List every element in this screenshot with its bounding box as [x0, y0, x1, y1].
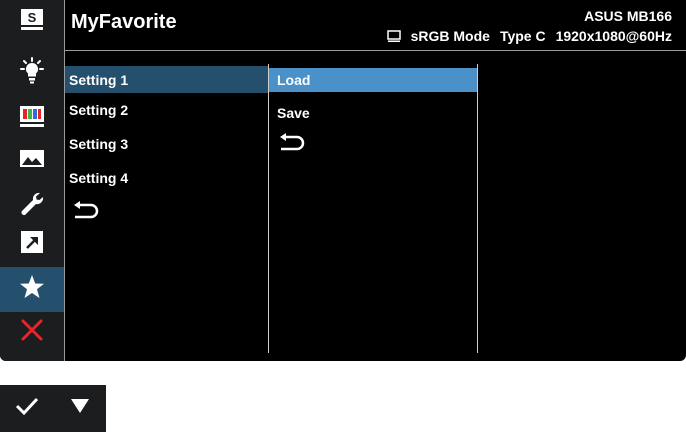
status-bar: sRGB Mode Type C 1920x1080@60Hz [386, 28, 672, 44]
page-title: MyFavorite [71, 11, 177, 33]
blue-light-filter-icon [17, 56, 47, 91]
color-mode: sRGB Mode [410, 28, 490, 44]
sidebar-item-exit[interactable] [0, 310, 64, 355]
osd-menu: S MyFavorite ASUS MB166 sRGB Mode Type C… [0, 0, 686, 361]
exit-icon [20, 318, 44, 347]
monitor-model: ASUS MB166 [584, 8, 672, 24]
sidebar-item-shortcut[interactable] [0, 222, 64, 267]
svg-text:S: S [28, 10, 37, 25]
setting-item-4[interactable]: Setting 4 [65, 161, 269, 195]
shortcut-icon [19, 229, 45, 260]
myfavorite-star-icon [18, 273, 46, 306]
image-icon [18, 147, 46, 176]
setting-item-2[interactable]: Setting 2 [65, 93, 269, 127]
return-icon [277, 132, 305, 159]
splendid-icon: S [18, 7, 46, 38]
back-button-actions[interactable] [269, 130, 477, 160]
sidebar-item-image[interactable] [0, 139, 64, 184]
sidebar-item-color[interactable] [0, 96, 64, 141]
header-divider [65, 50, 686, 51]
color-icon [18, 104, 46, 133]
back-button[interactable] [65, 195, 269, 231]
resolution: 1920x1080@60Hz [555, 28, 672, 44]
input-source: Type C [499, 28, 546, 44]
settings-list: Setting 1 Setting 2 Setting 3 Setting 4 [65, 66, 269, 231]
save-button[interactable]: Save [269, 96, 477, 130]
navigation-bar [0, 385, 106, 432]
confirm-check-icon [14, 395, 40, 422]
column-divider-2 [477, 64, 478, 353]
monitor-icon [386, 29, 401, 43]
setting-item-3[interactable]: Setting 3 [65, 127, 269, 161]
sidebar: S [0, 0, 64, 361]
sidebar-item-myfavorite[interactable] [0, 267, 64, 312]
return-icon [71, 200, 99, 227]
setting-item-1[interactable]: Setting 1 [65, 66, 269, 93]
sidebar-item-splendid[interactable]: S [0, 0, 64, 45]
down-button[interactable] [53, 385, 106, 432]
actions-list: Load Save [269, 68, 477, 160]
sidebar-item-blue-light-filter[interactable] [0, 51, 64, 96]
down-arrow-icon [69, 397, 91, 420]
confirm-button[interactable] [0, 385, 53, 432]
system-setup-icon [18, 189, 46, 222]
load-button[interactable]: Load [269, 68, 477, 92]
